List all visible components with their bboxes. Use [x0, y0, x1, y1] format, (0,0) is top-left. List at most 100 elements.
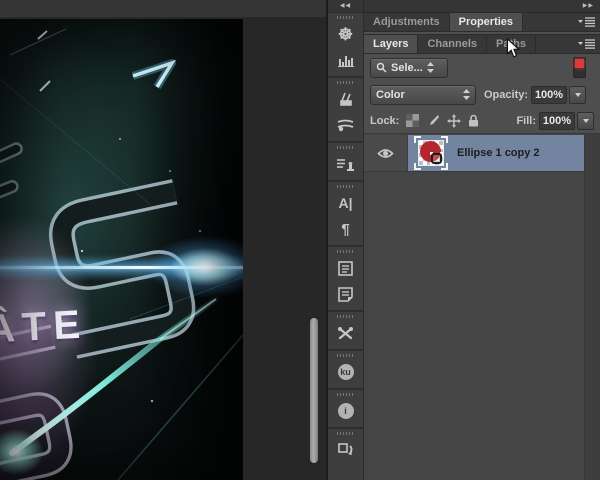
histogram-icon [338, 53, 354, 67]
panel-group-drag-handle[interactable] [337, 393, 355, 396]
opacity-value-field[interactable]: 100% [531, 86, 567, 104]
document-top-bar [0, 0, 326, 18]
opacity-dropdown-button[interactable] [569, 86, 586, 104]
search-icon [376, 62, 387, 73]
panel-group-drag-handle[interactable] [337, 432, 355, 435]
histogram-panel-button[interactable] [328, 47, 363, 73]
fill-value-field[interactable]: 100% [539, 112, 575, 130]
info-panel-button[interactable]: i [328, 398, 363, 424]
clone-source-panel-button[interactable] [328, 151, 363, 177]
tab-properties-label: Properties [459, 16, 513, 28]
tool-presets-panel-button[interactable] [328, 320, 363, 346]
lock-fill-row: Lock: Fill: 100% [364, 108, 600, 134]
panel-group-drag-handle[interactable] [337, 354, 355, 357]
brush-icon [338, 91, 354, 107]
tab-channels[interactable]: Channels [418, 35, 487, 53]
padlock-icon [468, 114, 479, 127]
filter-toggle-indicator [575, 59, 584, 68]
tab-channels-label: Channels [427, 38, 477, 50]
opacity-value: 100% [535, 89, 563, 101]
eye-icon [377, 147, 394, 160]
canvas-vertical-scrollbar-thumb[interactable] [310, 318, 318, 463]
collapse-icon-strip-button[interactable]: ◀◀ [328, 0, 364, 12]
paragraph-panel-button[interactable]: ¶ [328, 216, 363, 242]
layer-filter-value: Sele... [391, 62, 423, 74]
layer-filter-row: Sele... [364, 54, 600, 81]
panel-group-drag-handle[interactable] [337, 250, 355, 253]
opacity-label: Opacity: [484, 89, 528, 101]
character-styles-icon [338, 261, 353, 276]
updown-arrows-icon [427, 62, 434, 73]
document-canvas[interactable]: ÂTE [0, 19, 243, 480]
layer-filter-type-select[interactable]: Sele... [370, 58, 448, 78]
thumbnail-checkerboard [418, 140, 444, 166]
layers-list-scroll-track[interactable] [584, 134, 600, 480]
lock-label: Lock: [370, 115, 399, 127]
blend-opacity-row: Color Opacity: 100% [364, 81, 600, 108]
tab-layers-label: Layers [373, 38, 408, 50]
collapse-right-icon: ▶▶ [583, 3, 594, 9]
panel-group-drag-handle[interactable] [337, 81, 355, 84]
move-lock-icon [447, 114, 461, 128]
dropdown-arrow-icon [583, 119, 589, 123]
layers-panel: Sele... Color Opacity: 100% [364, 54, 600, 480]
paragraph-styles-panel-button[interactable] [328, 281, 363, 307]
tab-properties[interactable]: Properties [450, 13, 523, 31]
collapse-dock-button[interactable]: ▶▶ [364, 0, 600, 12]
brush-panel-button[interactable] [328, 86, 363, 112]
kuler-panel-button[interactable]: ku [328, 359, 363, 385]
lock-all-button[interactable] [468, 114, 479, 127]
panel-group-drag-handle[interactable] [337, 146, 355, 149]
canvas-vignette [0, 19, 243, 480]
layer-filter-on-off-toggle[interactable] [573, 57, 586, 78]
tab-layers[interactable]: Layers [364, 35, 418, 53]
tab-adjustments-label: Adjustments [373, 16, 440, 28]
panel-menu-icon [578, 39, 595, 49]
fill-dropdown-button[interactable] [577, 112, 594, 130]
character-panel-button[interactable]: A| [328, 190, 363, 216]
document-area: ÂTE [0, 0, 326, 480]
blend-mode-select[interactable]: Color [370, 85, 476, 105]
brush-presets-panel-button[interactable] [328, 112, 363, 138]
panel-group-drag-handle[interactable] [337, 185, 355, 188]
lock-transparency-button[interactable] [406, 114, 419, 127]
blend-mode-value: Color [376, 89, 405, 101]
panel-group-drag-handle[interactable] [337, 16, 355, 19]
selected-layer-highlight[interactable]: Ellipse 1 copy 2 [408, 135, 584, 171]
lock-position-button[interactable] [447, 114, 461, 128]
kuler-icon: ku [338, 364, 354, 380]
panel-menu-icon [578, 17, 595, 27]
properties-panel-menu-button[interactable] [578, 17, 595, 27]
tool-presets-icon [337, 326, 354, 341]
layer-thumbnail[interactable] [415, 137, 447, 169]
history-icon [338, 442, 354, 458]
brush-presets-icon [337, 118, 355, 132]
panel-dock: ◀◀ ▶▶ ☸ [328, 0, 600, 480]
lock-pixels-button[interactable] [426, 114, 440, 127]
collapse-left-icon: ◀◀ [340, 3, 351, 9]
photoshop-window: ÂTE ◀◀ ▶▶ ☸ [0, 0, 600, 480]
layers-list[interactable]: Ellipse 1 copy 2 [364, 134, 600, 480]
layer-row[interactable]: Ellipse 1 copy 2 [364, 135, 584, 172]
brush-lock-icon [426, 114, 440, 127]
layer-name[interactable]: Ellipse 1 copy 2 [457, 147, 540, 159]
vector-path-outline [431, 153, 442, 164]
properties-tab-bar: Adjustments Properties [364, 13, 600, 32]
paragraph-styles-icon [338, 287, 353, 302]
lock-transparency-icon [406, 114, 419, 127]
tab-adjustments[interactable]: Adjustments [364, 13, 450, 31]
panel-group-drag-handle[interactable] [337, 315, 355, 318]
fill-label: Fill: [516, 115, 536, 127]
layers-tab-bar: Layers Channels Paths [364, 35, 600, 54]
navigator-icon: ☸ [338, 26, 353, 43]
character-styles-panel-button[interactable] [328, 255, 363, 281]
navigator-panel-button[interactable]: ☸ [328, 21, 363, 47]
updown-arrows-icon [463, 89, 470, 100]
mouse-cursor [506, 38, 521, 64]
fill-value: 100% [543, 115, 571, 127]
layer-visibility-toggle[interactable] [364, 135, 408, 171]
history-panel-button[interactable] [328, 437, 363, 463]
panel-icon-strip: ☸ [328, 13, 364, 480]
paragraph-icon: ¶ [341, 222, 349, 237]
layers-panel-menu-button[interactable] [578, 39, 595, 49]
